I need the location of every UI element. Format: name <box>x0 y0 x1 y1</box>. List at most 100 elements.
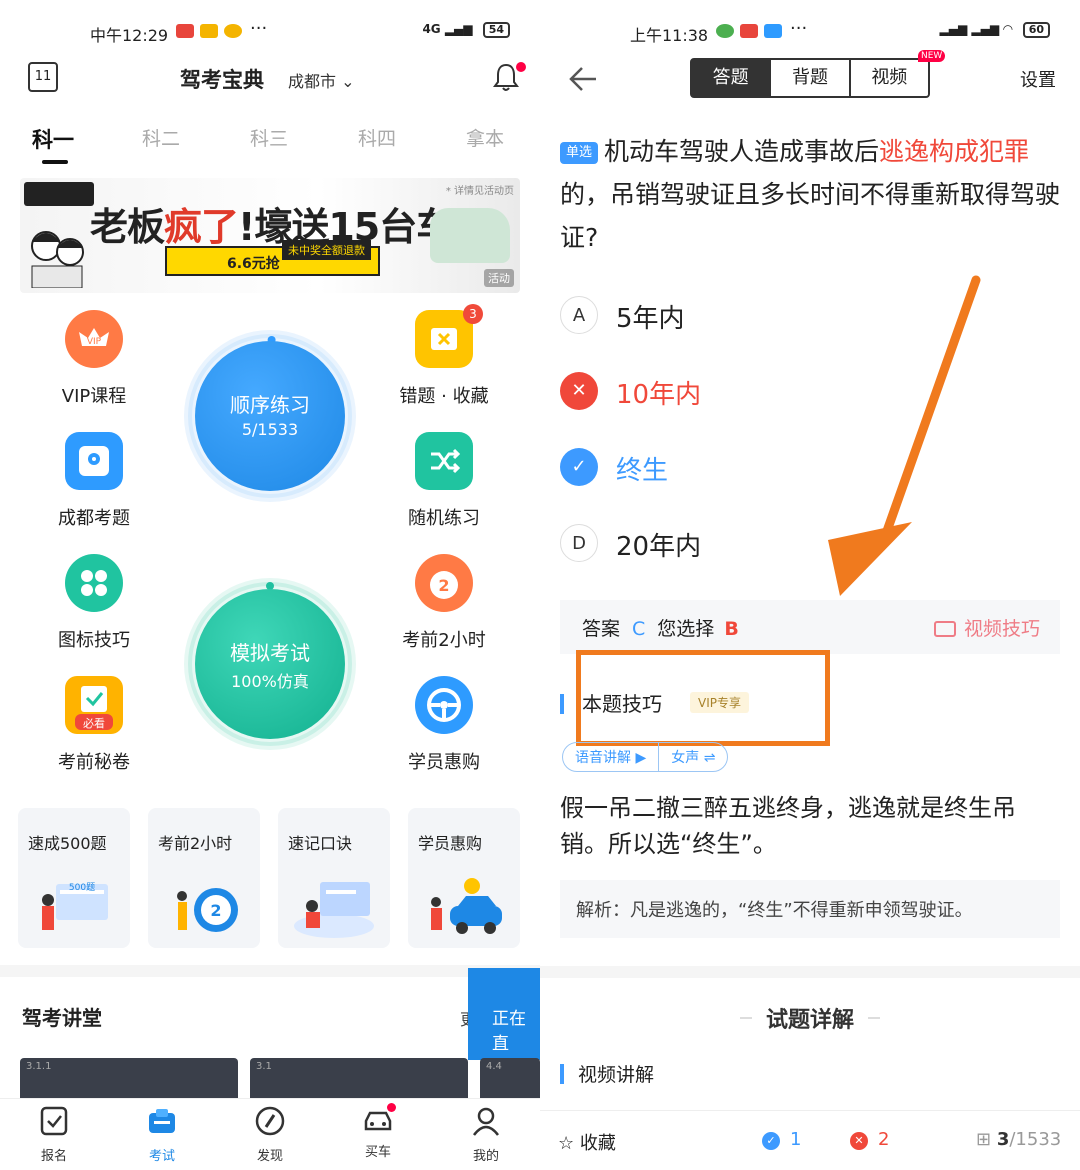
settings-button[interactable]: 设置 <box>1020 66 1056 92</box>
city-selector[interactable]: 成都市 ⌄ <box>288 68 355 92</box>
quick-cards: 速成500题 500题 考前2小时 2 速记口诀 学员惠购 <box>18 808 538 948</box>
banner-refund: 未中奖全额退款 <box>282 240 371 260</box>
star-icon: ☆ <box>558 1133 575 1154</box>
steering-wheel-icon <box>415 676 473 734</box>
books-image: 500题 <box>42 882 108 930</box>
order-practice-button[interactable]: 顺序练习 5/1533 <box>195 341 345 491</box>
signal-battery: ▂▄▆ ▂▄▆ ◠ 60 <box>940 22 1050 38</box>
tab-buy-car[interactable]: 买车 <box>348 1103 408 1160</box>
status-bar: 中午12:29 ··· 4G ▂▄▆ 54 <box>0 18 540 46</box>
lecture-thumb[interactable]: 3.1.1 <box>20 1058 238 1098</box>
tab-exam[interactable]: 考试 <box>132 1105 192 1164</box>
notification-icon <box>200 24 218 38</box>
tab-memorize[interactable]: 背题 <box>769 60 848 96</box>
tab-subject-4[interactable]: 科四 <box>358 124 396 151</box>
banner-headline: 老板疯了!壕送15台车 <box>90 205 454 249</box>
question-index[interactable]: ⊞ 3/1533 <box>976 1129 1061 1150</box>
option-d[interactable]: D 20年内 <box>560 522 960 566</box>
favorite-button[interactable]: ☆ 收藏 <box>558 1129 616 1155</box>
video-tip-button[interactable]: 视频技巧 <box>933 614 1040 641</box>
subject-tabs: 科一 科二 科三 科四 拿本 <box>0 124 540 164</box>
feature-random-practice[interactable]: 随机练习 <box>384 432 504 530</box>
user-icon <box>473 1107 499 1136</box>
notification-icon <box>764 24 782 38</box>
svg-text:VIP: VIP <box>87 337 102 347</box>
video-icon <box>933 621 956 637</box>
app-title: 驾考宝典 <box>180 68 264 92</box>
tab-get-license[interactable]: 拿本 <box>466 124 504 151</box>
tab-underline <box>42 160 68 164</box>
svg-text:2: 2 <box>438 576 449 595</box>
notification-icon <box>176 24 194 38</box>
vip-crown-icon: VIP <box>65 310 123 368</box>
video-explain-header[interactable]: 视频讲解 <box>560 1060 654 1087</box>
card-mnemonics[interactable]: 速记口诀 <box>278 808 390 948</box>
back-arrow-icon[interactable] <box>568 64 598 94</box>
card-two-hours[interactable]: 考前2小时 2 <box>148 808 260 948</box>
voice-controls: 语音讲解 ▶ 女声 ⇌ <box>562 742 729 772</box>
signup-icon <box>40 1106 68 1136</box>
chosen-answer: B <box>724 618 739 640</box>
card-500-questions[interactable]: 速成500题 500题 <box>18 808 130 948</box>
wrong-x-icon: ✕ <box>850 1132 868 1150</box>
live-now-tab[interactable]: 正在直 <box>468 968 540 1060</box>
feature-secret-paper[interactable]: 必看 考前秘卷 <box>34 676 154 774</box>
notification-dot <box>516 62 526 72</box>
feature-icon-tips[interactable]: 图标技巧 <box>34 554 154 652</box>
notification-icon <box>716 24 734 38</box>
notebook-image <box>294 882 374 938</box>
status-time: 中午12:29 <box>90 26 169 45</box>
notification-icon <box>224 24 242 38</box>
mode-segmented-control: 答题 背题 视频 <box>690 58 930 98</box>
tab-video[interactable]: 视频 <box>848 60 928 96</box>
option-a[interactable]: A 5年内 <box>560 294 960 338</box>
promo-banner[interactable]: 老板疯了!壕送15台车 6.6元抢 未中奖全额退款 * 详情见活动页 活动 <box>20 178 520 293</box>
tab-discover[interactable]: 发现 <box>240 1105 300 1164</box>
right-screen: 上午11:38 ··· ▂▄▆ ▂▄▆ ◠ 60 答题 背题 视频 NEW 设置… <box>540 0 1080 1170</box>
battery-icon: 54 <box>482 22 510 38</box>
exam-icon <box>149 1109 175 1133</box>
calendar-icon[interactable]: 11 <box>28 62 58 92</box>
question-text: 单选 机动车驾驶人造成事故后逃逸构成犯罪的，吊销驾驶证且多长时间不得重新取得驾驶证… <box>560 137 1061 252</box>
stopwatch-image: 2 <box>177 888 238 932</box>
wrong-book-icon: 3 <box>415 304 483 368</box>
timer-icon: 2 <box>415 554 473 612</box>
banner-note: * 详情见活动页 <box>445 186 514 197</box>
voice-explain-button[interactable]: 语音讲解 ▶ <box>563 743 658 771</box>
tab-subject-3[interactable]: 科三 <box>250 124 288 151</box>
svg-text:2: 2 <box>210 901 221 920</box>
feature-student-shop[interactable]: 学员惠购 <box>384 676 504 774</box>
grid-icon: ⊞ <box>976 1129 992 1150</box>
car-image <box>430 208 510 263</box>
status-bar: 上午11:38 ··· ▂▄▆ ▂▄▆ ◠ 60 <box>540 18 1080 46</box>
lecture-thumb[interactable]: 4.4 <box>480 1058 540 1098</box>
tab-answer[interactable]: 答题 <box>692 60 770 96</box>
feature-chengdu-questions[interactable]: 成都考题 <box>34 432 154 530</box>
wrong-count-badge: 3 <box>463 304 483 324</box>
voice-gender-toggle[interactable]: 女声 ⇌ <box>658 743 727 771</box>
lecture-thumb[interactable]: 3.1 <box>250 1058 468 1098</box>
feature-two-hours[interactable]: 2 考前2小时 <box>384 554 504 652</box>
shuffle-icon <box>415 432 473 490</box>
compass-icon <box>255 1106 285 1136</box>
option-b[interactable]: ✕ 10年内 <box>560 370 960 414</box>
tab-subject-2[interactable]: 科二 <box>142 124 180 151</box>
car-shop-image <box>431 878 502 934</box>
tab-mine[interactable]: 我的 <box>456 1105 516 1164</box>
feature-vip-course[interactable]: VIP VIP课程 <box>34 310 154 408</box>
tab-subject-1[interactable]: 科一 <box>32 124 74 154</box>
notification-dot <box>387 1103 396 1112</box>
tab-signup[interactable]: 报名 <box>24 1105 84 1164</box>
option-c[interactable]: ✓ 终生 <box>560 446 960 490</box>
card-student-shop[interactable]: 学员惠购 <box>408 808 520 948</box>
answer-bottom-bar: ☆ 收藏 ✓ 1 ✕ 2 ⊞ 3/1533 <box>540 1110 1080 1170</box>
grid-icon <box>65 554 123 612</box>
svg-text:必看: 必看 <box>83 716 105 730</box>
answer-bar: 答案 C 您选择 B 视频技巧 <box>560 600 1060 654</box>
logo <box>24 182 94 206</box>
feature-wrong-favorites[interactable]: 3 错题 · 收藏 <box>384 304 504 408</box>
detail-section-title: 试题详解 <box>540 1002 1080 1034</box>
lecture-section-title: 驾考讲堂 <box>22 1006 102 1030</box>
mock-exam-button[interactable]: 模拟考试 100%仿真 <box>195 589 345 739</box>
battery-icon: 60 <box>1022 22 1050 38</box>
